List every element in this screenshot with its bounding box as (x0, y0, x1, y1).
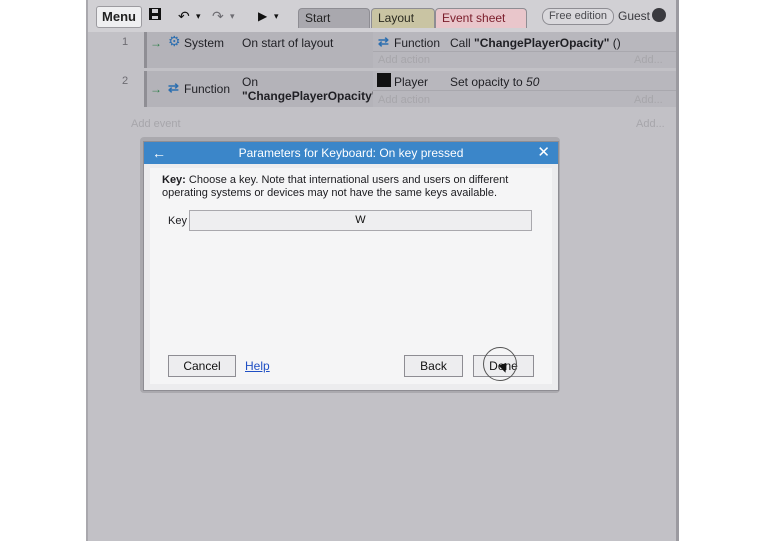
event-number: 1 (122, 36, 129, 48)
action-text-suffix: () (609, 36, 621, 50)
divider (373, 90, 676, 91)
function-icon: ⇄ (378, 34, 389, 49)
gear-icon: ⚙ (168, 33, 181, 49)
action-text-prefix: Call (450, 36, 475, 50)
redo-dropdown-icon[interactable]: ▾ (230, 7, 235, 25)
play-dropdown-icon[interactable]: ▾ (274, 7, 279, 25)
condition-object[interactable]: Function (184, 82, 230, 96)
add-link[interactable]: Add... (634, 94, 663, 106)
close-icon[interactable]: ✕ (537, 142, 550, 164)
redo-icon[interactable]: ↷ (212, 7, 224, 25)
parameter-description: Key: Choose a key. Note that internation… (162, 174, 532, 200)
back-arrow-icon[interactable]: ← (152, 142, 166, 164)
key-label: Key (168, 215, 187, 227)
save-icon[interactable] (148, 7, 162, 25)
description-label: Key: (162, 174, 186, 186)
cancel-button[interactable]: Cancel (168, 355, 236, 377)
user-icon[interactable] (652, 8, 666, 22)
action-text[interactable]: Set opacity to 50 (450, 75, 539, 89)
event-number: 2 (122, 75, 129, 87)
toolbar: Menu ↶ ▾ ↷ ▾ ▶ ▾ Start page× Layout 1× E… (88, 0, 676, 44)
action-text-value: 50 (526, 75, 540, 89)
action-text[interactable]: Call "ChangePlayerOpacity" () (450, 36, 621, 50)
player-sprite-icon (377, 73, 391, 87)
action-object[interactable]: Player (394, 75, 428, 89)
function-icon: ⇄ (168, 80, 179, 95)
tab-event-sheet-1[interactable]: Event sheet 1× (435, 8, 527, 44)
description-text: Choose a key. Note that international us… (162, 174, 509, 199)
user-name[interactable]: Guest (618, 8, 650, 24)
window-right-edge (676, 0, 679, 541)
condition-text-line2[interactable]: "ChangePlayerOpacity" (242, 89, 377, 103)
undo-dropdown-icon[interactable]: ▾ (196, 7, 201, 25)
divider (373, 51, 676, 52)
add-link[interactable]: Add... (636, 118, 665, 130)
add-action-link[interactable]: Add action (378, 94, 430, 106)
tab-layout-1[interactable]: Layout 1× (371, 8, 435, 44)
key-field[interactable]: W (189, 210, 532, 231)
condition-object[interactable]: System (184, 36, 224, 50)
arrow-icon: → (150, 82, 162, 96)
add-action-link[interactable]: Add action (378, 54, 430, 66)
action-object[interactable]: Function (394, 36, 440, 50)
play-icon[interactable]: ▶ (258, 7, 267, 25)
condition-text[interactable]: On start of layout (242, 36, 333, 50)
action-text-bold: "ChangePlayerOpacity" (474, 36, 610, 50)
free-edition-badge[interactable]: Free edition (542, 8, 614, 25)
undo-icon[interactable]: ↶ (178, 7, 190, 25)
tab-start-page[interactable]: Start page× (298, 8, 370, 44)
add-link[interactable]: Add... (634, 54, 663, 66)
condition-text-line1[interactable]: On (242, 75, 258, 89)
parameters-dialog: Parameters for Keyboard: On key pressed … (143, 141, 559, 391)
add-event-link[interactable]: Add event (131, 118, 181, 130)
action-text-prefix: Set opacity to (450, 75, 527, 89)
menu-button[interactable]: Menu (96, 6, 142, 28)
back-button[interactable]: Back (404, 355, 463, 377)
dialog-title: Parameters for Keyboard: On key pressed (238, 146, 464, 160)
arrow-icon: → (150, 36, 162, 50)
dialog-title-bar: Parameters for Keyboard: On key pressed (144, 142, 558, 164)
help-link[interactable]: Help (245, 359, 270, 373)
